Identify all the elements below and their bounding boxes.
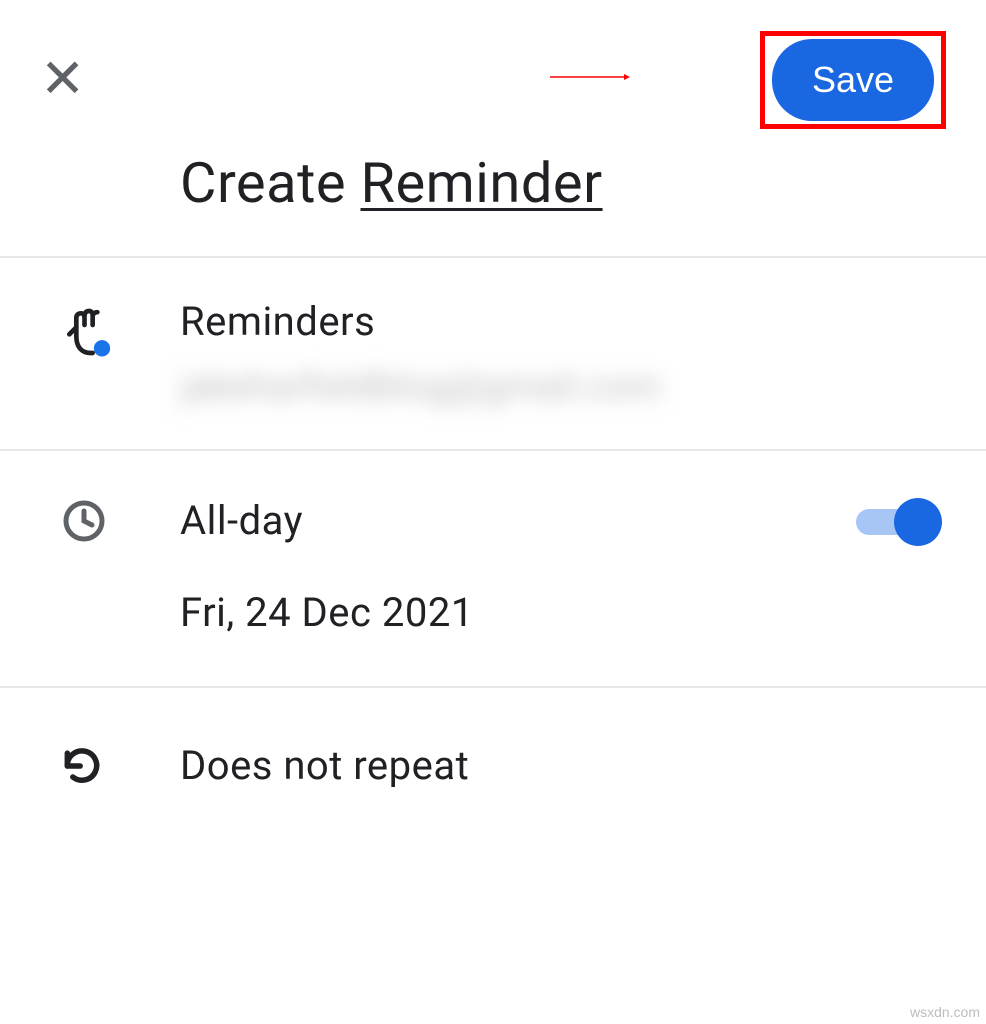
account-email: jakeharfieldblog@gmail.com <box>180 365 946 409</box>
save-button[interactable]: Save <box>772 39 934 121</box>
allday-toggle[interactable] <box>856 498 936 542</box>
reminder-title-input[interactable]: Create Reminder <box>180 150 603 216</box>
repeat-row[interactable]: Does not repeat <box>0 688 986 832</box>
account-label: Reminders <box>180 298 946 345</box>
allday-label: All-day <box>180 497 303 544</box>
annotation-arrow-icon <box>510 72 670 82</box>
date-picker[interactable]: Fri, 24 Dec 2021 <box>180 589 946 636</box>
repeat-label: Does not repeat <box>180 742 469 789</box>
reminder-hand-icon <box>60 304 116 364</box>
clock-icon <box>60 497 108 549</box>
account-row[interactable]: Reminders jakeharfieldblog@gmail.com <box>0 258 986 449</box>
watermark: wsxdn.com <box>910 1004 980 1020</box>
repeat-icon <box>60 744 104 792</box>
title-prefix: Create <box>180 150 360 216</box>
save-button-highlight: Save <box>760 31 946 129</box>
close-icon[interactable]: ✕ <box>40 53 85 107</box>
title-suffix: Reminder <box>360 150 602 216</box>
